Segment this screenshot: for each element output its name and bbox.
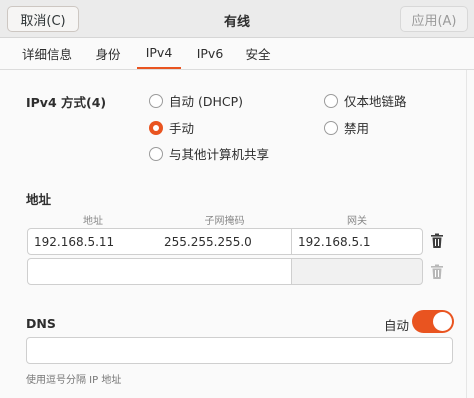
- switch-knob: [433, 312, 452, 331]
- network-settings-dialog: 取消(C) 有线 应用(A) 详细信息 身份 IPv4 IPv6 安全 IPv4…: [0, 0, 474, 398]
- column-header-netmask: 子网掩码: [204, 216, 245, 227]
- gateway-input-empty[interactable]: [291, 258, 423, 285]
- method-option-shared[interactable]: 与其他计算机共享: [149, 144, 269, 163]
- ipv4-method-label: IPv4 方式(4): [26, 95, 107, 110]
- dns-hint: 使用逗号分隔 IP 地址: [26, 375, 122, 386]
- method-option-disable[interactable]: 禁用: [324, 118, 369, 137]
- radio-button[interactable]: [324, 93, 338, 108]
- radio-button[interactable]: [149, 146, 163, 161]
- column-header-address: 地址: [83, 216, 103, 227]
- radio-button-checked[interactable]: [149, 120, 163, 135]
- address-input[interactable]: 192.168.5.11: [27, 228, 159, 255]
- addresses-title: 地址: [26, 192, 52, 207]
- trash-icon[interactable]: [430, 233, 444, 249]
- method-option-label: 手动: [169, 121, 195, 136]
- cancel-button[interactable]: 取消(C): [7, 6, 79, 32]
- column-header-gateway: 网关: [347, 216, 367, 227]
- method-option-label: 与其他计算机共享: [169, 147, 270, 162]
- tab-security[interactable]: 安全: [238, 38, 278, 69]
- tab-ipv4[interactable]: IPv4: [137, 38, 181, 69]
- header-bar: 取消(C) 有线 应用(A): [0, 0, 474, 38]
- dns-servers-input[interactable]: [26, 337, 453, 364]
- apply-button[interactable]: 应用(A): [400, 6, 468, 32]
- tab-identity[interactable]: 身份: [88, 38, 128, 69]
- gateway-input[interactable]: 192.168.5.1: [291, 228, 423, 255]
- tab-bar: 详细信息 身份 IPv4 IPv6 安全: [0, 38, 474, 70]
- method-option-dhcp[interactable]: 自动 (DHCP): [149, 91, 243, 110]
- trash-icon[interactable]: [430, 264, 444, 280]
- method-option-link-local[interactable]: 仅本地链路: [324, 91, 407, 110]
- dns-title: DNS: [26, 316, 56, 331]
- tab-details[interactable]: 详细信息: [14, 38, 80, 69]
- method-option-manual[interactable]: 手动: [149, 118, 194, 137]
- radio-button[interactable]: [324, 120, 338, 135]
- method-option-label: 自动 (DHCP): [169, 94, 244, 109]
- address-input-empty[interactable]: [27, 258, 159, 285]
- tab-ipv6[interactable]: IPv6: [190, 38, 230, 69]
- dns-auto-label: 自动: [384, 318, 410, 333]
- method-option-label: 仅本地链路: [344, 94, 407, 109]
- netmask-input-empty[interactable]: [158, 258, 292, 285]
- method-option-label: 禁用: [344, 121, 370, 136]
- dns-auto-switch[interactable]: [412, 310, 454, 333]
- radio-button[interactable]: [149, 93, 163, 108]
- scroll-edge: [466, 70, 467, 398]
- netmask-input[interactable]: 255.255.255.0: [158, 228, 292, 255]
